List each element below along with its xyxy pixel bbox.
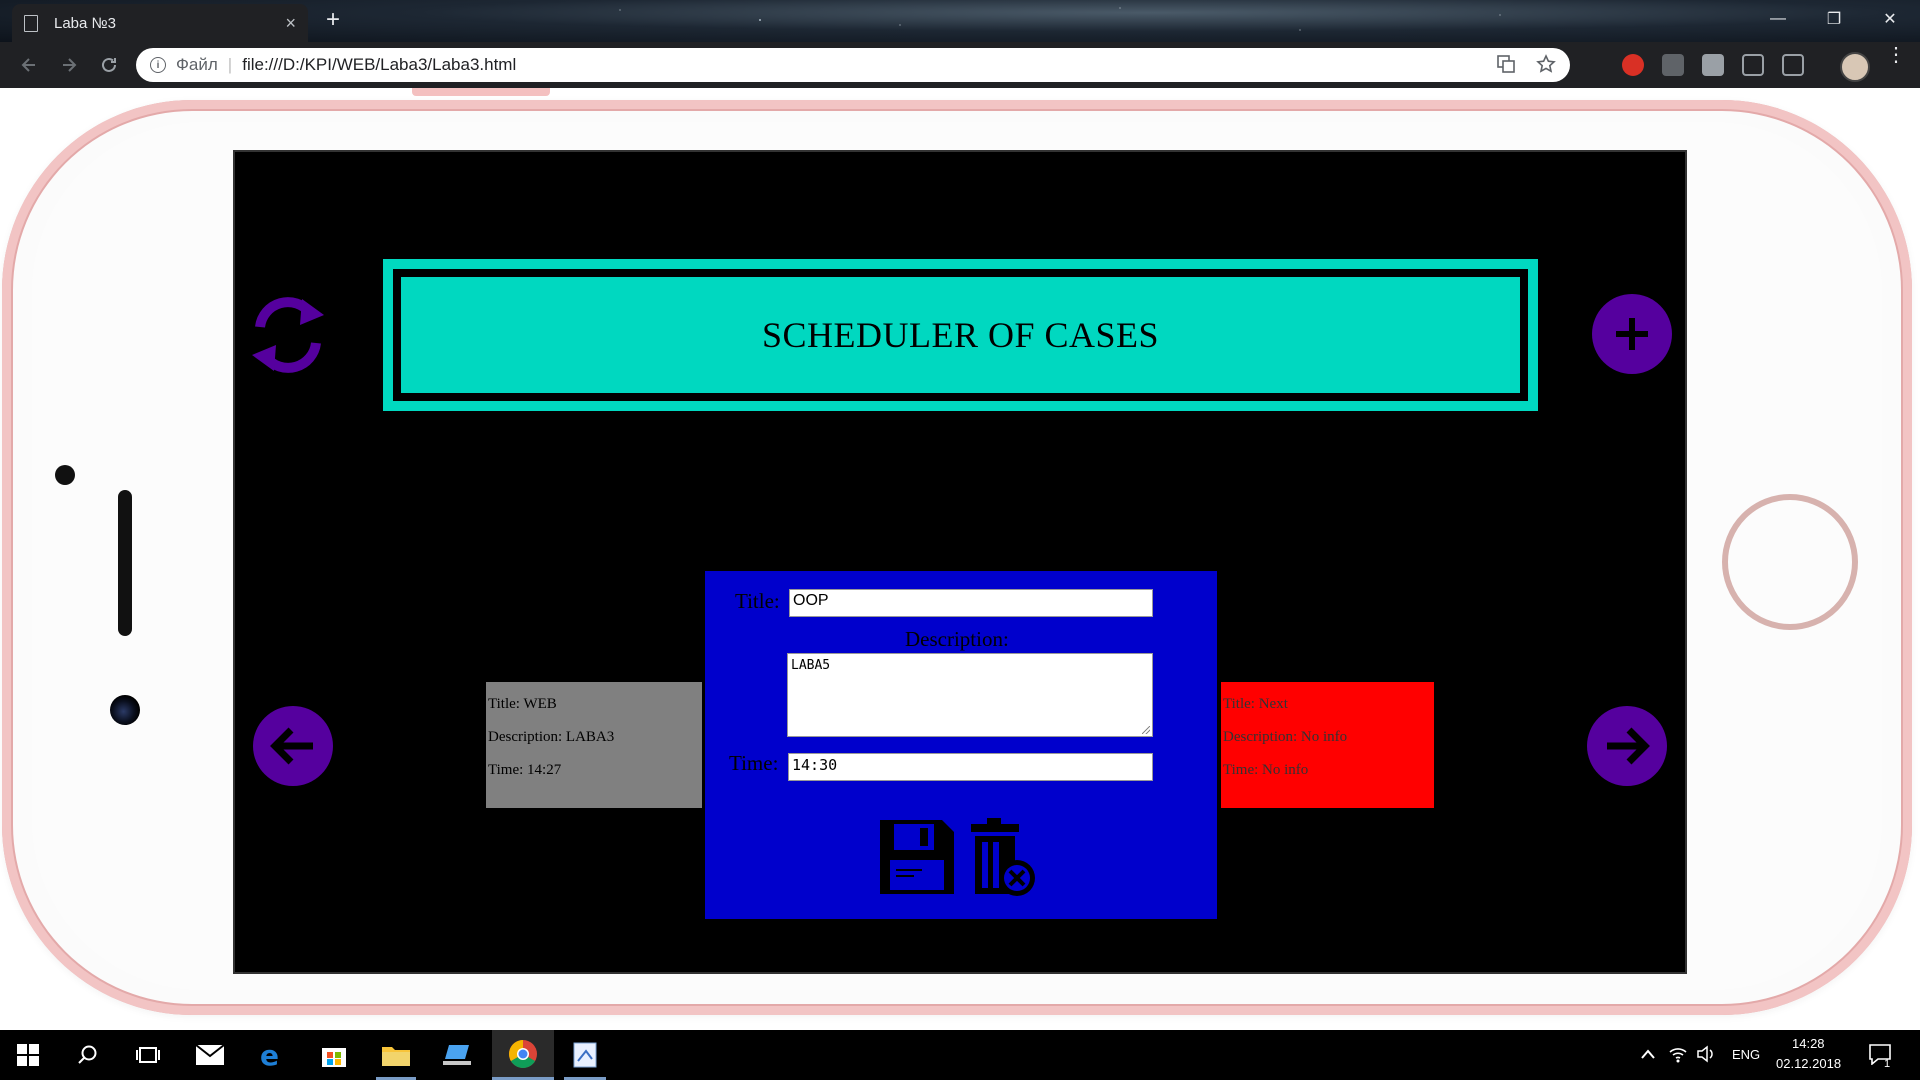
back-button[interactable] xyxy=(14,50,44,80)
arrow-left-icon xyxy=(270,727,313,765)
task-view-button[interactable] xyxy=(120,1030,176,1080)
translate-icon[interactable] xyxy=(1496,54,1516,74)
phone-camera xyxy=(110,695,140,725)
browser-menu-icon[interactable]: ⋮ xyxy=(1886,45,1906,65)
resize-grip-icon[interactable] xyxy=(1142,726,1150,734)
delete-icon[interactable] xyxy=(965,816,1037,898)
extension-icon[interactable] xyxy=(1782,54,1804,76)
url-text: file:///D:/KPI/WEB/Laba3/Laba3.html xyxy=(242,55,517,74)
store-app-button[interactable] xyxy=(306,1030,362,1080)
paint-app-button[interactable] xyxy=(556,1030,614,1080)
search-icon xyxy=(78,1045,97,1064)
chrome-app-button[interactable] xyxy=(492,1030,554,1080)
chevron-up-icon[interactable] xyxy=(1640,1048,1656,1060)
chrome-icon xyxy=(509,1039,537,1068)
next-case-description: Description: No info xyxy=(1223,729,1348,745)
arrow-right-icon xyxy=(1607,727,1650,765)
svg-text:e: e xyxy=(260,1041,279,1069)
title-input[interactable]: OOP xyxy=(789,589,1153,617)
bookmark-star-icon[interactable] xyxy=(1536,54,1556,74)
address-bar[interactable]: i Файл | file:///D:/KPI/WEB/Laba3/Laba3.… xyxy=(136,48,1570,82)
next-case-card[interactable]: Title: Next Description: No info Time: N… xyxy=(1221,682,1434,808)
time-label: Time: xyxy=(729,751,779,775)
browser-title-bar: Laba №3 × + — ❐ ✕ xyxy=(0,0,1920,42)
tab-close-button[interactable]: × xyxy=(285,13,296,34)
clock-date[interactable]: 02.12.2018 xyxy=(1776,1056,1841,1071)
close-window-button[interactable]: ✕ xyxy=(1862,0,1918,38)
next-case-title: Title: Next xyxy=(1223,696,1288,712)
omnibox-actions xyxy=(1496,54,1556,74)
clock-time[interactable]: 14:28 xyxy=(1792,1036,1825,1051)
previous-case-description: Description: LABA3 xyxy=(488,729,615,745)
next-case-button[interactable] xyxy=(1587,706,1667,786)
start-button[interactable] xyxy=(0,1030,56,1080)
phone-speaker xyxy=(118,490,132,636)
description-textarea[interactable]: LABA5 xyxy=(787,653,1153,737)
wifi-icon[interactable] xyxy=(1668,1044,1688,1064)
browser-tab[interactable]: Laba №3 × xyxy=(12,4,308,42)
new-tab-button[interactable]: + xyxy=(326,6,340,34)
time-input[interactable]: 14:30 xyxy=(788,753,1153,781)
reload-icon xyxy=(102,57,116,72)
adblock-extension-icon[interactable] xyxy=(1622,54,1644,76)
page-title: SCHEDULER OF CASES xyxy=(761,315,1160,355)
extension-icon[interactable] xyxy=(1702,54,1724,76)
case-editor: Title: OOP Description: LABA5 Time: 14:3… xyxy=(705,571,1217,919)
forward-arrow-icon xyxy=(63,58,77,72)
previous-case-card[interactable]: Title: WEB Description: LABA3 Time: 14:2… xyxy=(486,682,702,808)
document-icon xyxy=(24,14,38,32)
mail-app-button[interactable] xyxy=(182,1030,238,1080)
previous-case-time: Time: 14:27 xyxy=(488,762,562,778)
laptop-icon xyxy=(443,1045,471,1065)
folder-icon xyxy=(382,1047,410,1066)
edge-browser-button[interactable]: e xyxy=(244,1030,300,1080)
omnibox-separator: | xyxy=(227,55,233,74)
app-header: SCHEDULER OF CASES xyxy=(383,259,1538,411)
refresh-icon[interactable] xyxy=(248,293,328,377)
previous-case-button[interactable] xyxy=(253,706,333,786)
description-label: Description: xyxy=(905,627,1009,651)
description-text: LABA5 xyxy=(791,658,831,673)
phone-home-button xyxy=(1722,494,1858,630)
windows-logo-icon xyxy=(17,1044,39,1066)
previous-case-title: Title: WEB xyxy=(488,696,557,712)
task-view-icon xyxy=(136,1047,160,1063)
app-header-inner: SCHEDULER OF CASES xyxy=(393,269,1528,401)
store-icon xyxy=(322,1048,346,1067)
restore-button[interactable]: ❐ xyxy=(1806,0,1862,38)
mail-icon xyxy=(195,1044,225,1065)
file-explorer-button[interactable] xyxy=(368,1030,424,1080)
reload-button[interactable] xyxy=(94,50,124,80)
edge-icon: e xyxy=(260,1041,279,1069)
add-case-button[interactable] xyxy=(1592,294,1672,374)
next-case-time: Time: No info xyxy=(1223,762,1309,778)
image-editor-icon xyxy=(573,1042,597,1068)
extension-icon[interactable] xyxy=(1742,54,1764,76)
volume-icon[interactable] xyxy=(1696,1045,1716,1063)
info-icon[interactable]: i xyxy=(150,57,166,73)
language-indicator[interactable]: ENG xyxy=(1732,1047,1760,1062)
phone-sensor xyxy=(55,465,75,485)
notification-count: 1 xyxy=(1884,1058,1891,1070)
profile-avatar[interactable] xyxy=(1840,52,1870,82)
browser-toolbar: i Файл | file:///D:/KPI/WEB/Laba3/Laba3.… xyxy=(0,42,1920,88)
forward-button[interactable] xyxy=(54,50,84,80)
plus-icon xyxy=(1616,318,1648,350)
extension-icon[interactable] xyxy=(1662,54,1684,76)
remote-desktop-button[interactable] xyxy=(430,1030,486,1080)
title-label: Title: xyxy=(735,589,780,613)
scheme-label: Файл xyxy=(176,55,218,74)
tab-title: Laba №3 xyxy=(54,14,116,32)
phone-top-button xyxy=(412,88,550,96)
search-button[interactable] xyxy=(60,1030,116,1080)
minimize-button[interactable]: — xyxy=(1750,0,1806,38)
save-icon[interactable] xyxy=(876,816,958,898)
windows-taskbar: e ENG 14:28 02.12.2018 1 xyxy=(0,1030,1920,1080)
back-arrow-icon xyxy=(21,58,35,72)
